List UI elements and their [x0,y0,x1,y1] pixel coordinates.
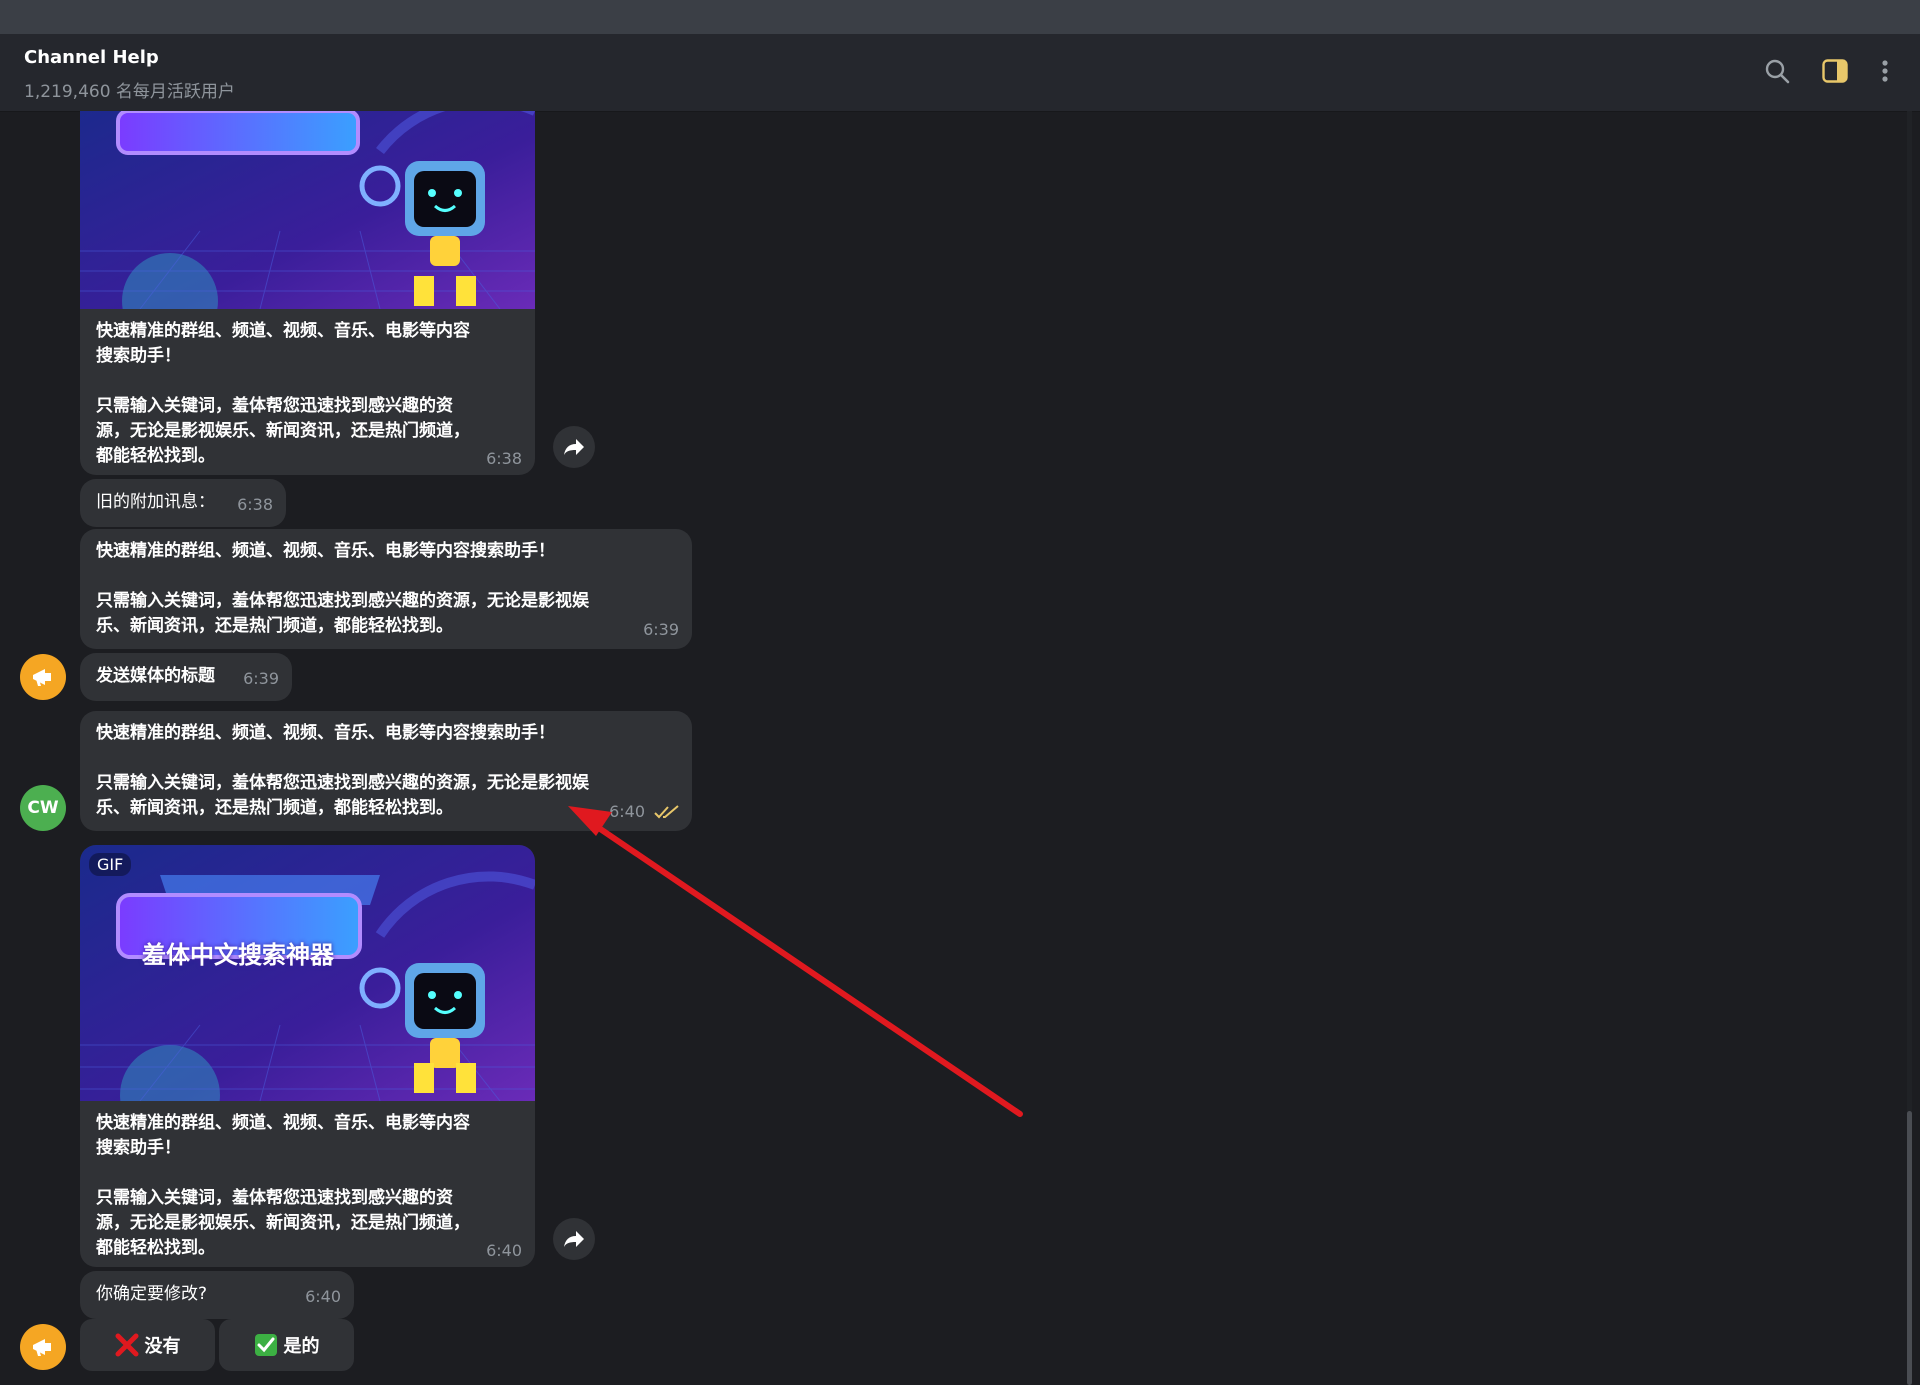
search-icon[interactable] [1762,56,1792,86]
forward-button[interactable] [553,1218,595,1260]
double-check-icon [654,805,679,819]
text-message[interactable]: 快速精准的群组、频道、视频、音乐、电影等内容搜索助手！ 只需输入关键词，羞体帮您… [80,711,692,831]
message-text: 发送媒体的标题 [96,666,215,686]
bot-avatar[interactable] [20,1324,66,1370]
message-time: 6:40 [305,1287,341,1306]
message-time: 6:39 [643,620,679,639]
chat-title[interactable]: Channel Help [24,47,159,68]
member-count: 1,219,460 名每月活跃用户 [24,82,235,102]
message-text: 快速精准的群组、频道、视频、音乐、电影等内容搜索助手！ 只需输入关键词，羞体帮您… [96,541,589,636]
yes-button-label: 是的 [283,1336,320,1357]
media-message[interactable]: 快速精准的群组、频道、视频、音乐、电影等内容 搜索助手！ 只需输入关键词，羞体帮… [80,111,535,475]
message-list[interactable]: 快速精准的群组、频道、视频、音乐、电影等内容 搜索助手！ 只需输入关键词，羞体帮… [0,111,1920,1385]
message-text: 旧的附加讯息： [96,492,215,512]
message-text: 快速精准的群组、频道、视频、音乐、电影等内容 搜索助手！ 只需输入关键词，羞体帮… [96,1113,470,1258]
megaphone-icon [33,1339,51,1356]
chat-header: Channel Help 1,219,460 名每月活跃用户 [0,34,1920,112]
no-button[interactable]: 没有 [80,1319,215,1371]
text-message[interactable]: 你确定要修改? 6:40 [80,1271,354,1319]
more-vertical-icon[interactable] [1870,56,1900,86]
user-avatar[interactable]: CW [20,785,66,831]
no-button-label: 没有 [144,1336,181,1357]
text-message[interactable]: 旧的附加讯息： 6:38 [80,479,286,527]
banner-image[interactable] [80,111,535,309]
message-time: 6:38 [237,495,273,514]
banner-caption: 羞体中文搜索神器 [142,941,334,969]
message-text: 快速精准的群组、频道、视频、音乐、电影等内容 搜索助手！ 只需输入关键词，羞体帮… [96,321,470,466]
window-top-strip [0,0,1920,34]
forward-button[interactable] [553,426,595,468]
yes-button[interactable]: 是的 [219,1319,354,1371]
sidebar-toggle-icon[interactable] [1820,56,1850,86]
message-time: 6:38 [486,449,522,468]
red-cross-icon [115,1333,138,1357]
gif-badge: GIF [89,853,132,876]
megaphone-icon [33,669,51,686]
forward-arrow-icon [564,439,584,455]
bot-avatar[interactable] [20,654,66,700]
message-time: 6:39 [243,669,279,688]
text-message[interactable]: 快速精准的群组、频道、视频、音乐、电影等内容搜索助手！ 只需输入关键词，羞体帮您… [80,529,692,649]
text-message[interactable]: 发送媒体的标题 6:39 [80,653,292,701]
gif-banner[interactable]: 羞体中文搜索神器 GIF [80,845,535,1101]
green-check-icon [254,1334,277,1356]
message-time: 6:40 [486,1241,522,1260]
scrollbar-thumb[interactable] [1907,1111,1912,1385]
message-time: 6:40 [609,802,645,821]
message-text: 你确定要修改? [96,1284,208,1304]
gif-message[interactable]: 羞体中文搜索神器 GIF 快速精准的群组、频道、视频、音乐、电影等内容 搜索助手… [80,845,535,1267]
forward-arrow-icon [564,1231,584,1247]
message-text: 快速精准的群组、频道、视频、音乐、电影等内容搜索助手！ 只需输入关键词，羞体帮您… [96,723,589,818]
